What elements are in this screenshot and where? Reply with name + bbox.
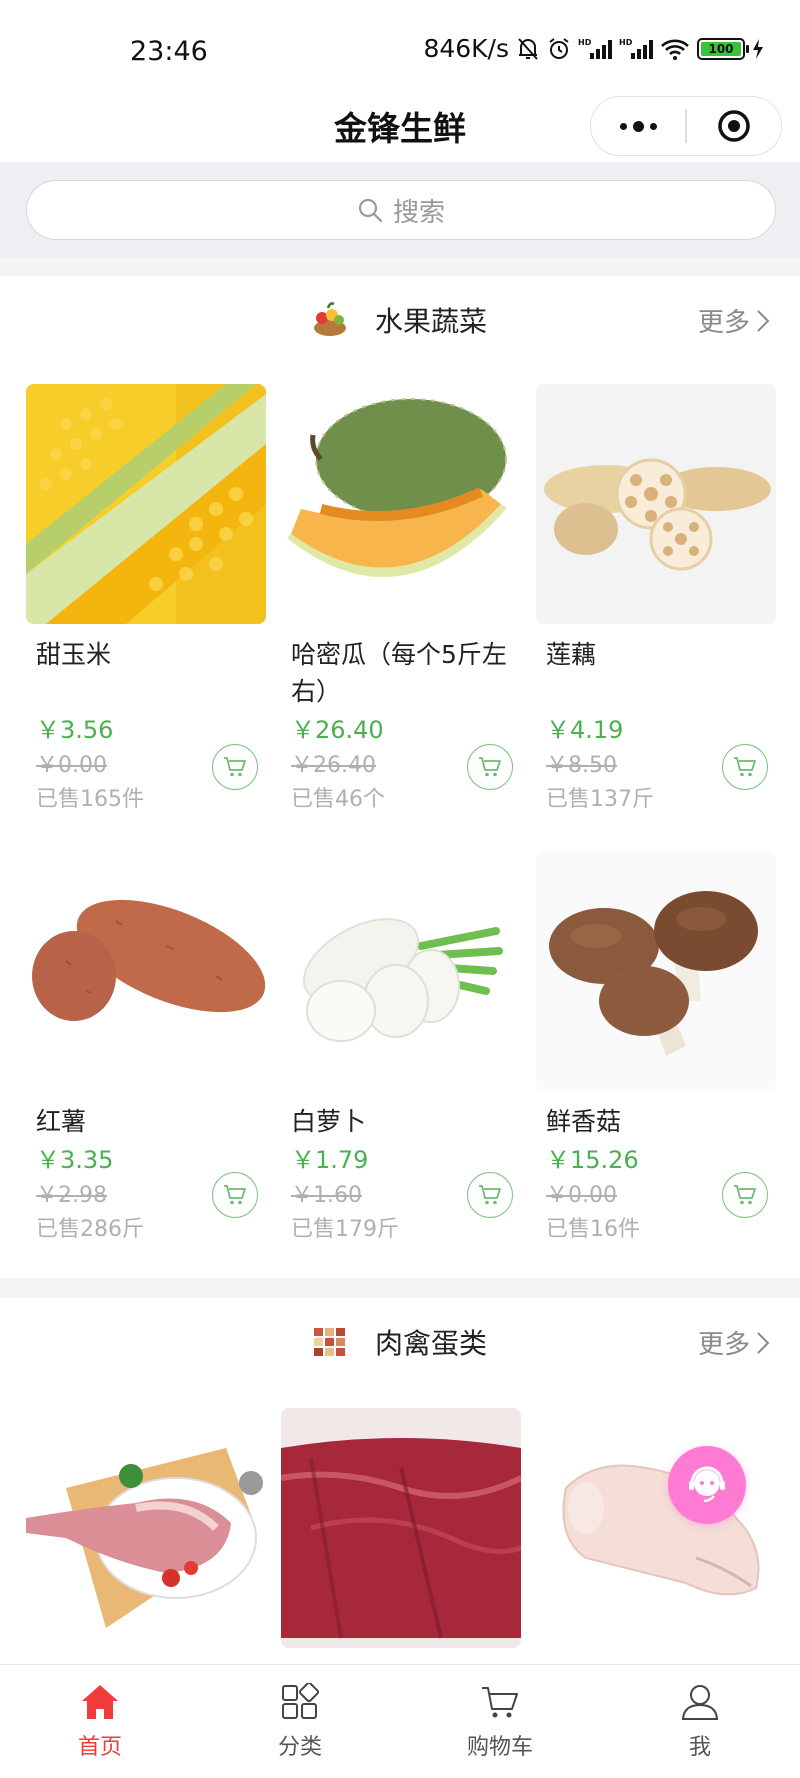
more-link[interactable]: 更多 xyxy=(698,1324,770,1361)
alarm-icon xyxy=(549,37,569,59)
product-image-white-radish[interactable] xyxy=(281,851,521,1091)
meat-assortment-icon xyxy=(312,1326,348,1358)
home-icon xyxy=(82,1685,118,1719)
search-input[interactable]: 搜索 xyxy=(26,180,776,240)
status-bar: 23:46 846K/s HD HD 100 xyxy=(0,0,800,96)
cart-icon xyxy=(224,757,246,777)
add-to-cart-button[interactable] xyxy=(212,744,258,790)
svg-text:HD: HD xyxy=(578,38,592,47)
close-mini-program-button[interactable] xyxy=(687,96,781,156)
tab-bar: 首页 分类 购物车 我 xyxy=(0,1664,800,1778)
section-header-meat-eggs: 肉禽蛋类 更多 xyxy=(0,1298,800,1388)
add-to-cart-button[interactable] xyxy=(467,744,513,790)
section-title: 水果蔬菜 xyxy=(375,305,488,338)
product-image-lotus-root[interactable] xyxy=(536,384,776,624)
cart-icon xyxy=(734,757,756,777)
product-name: 哈密瓜（每个5斤左右） xyxy=(291,640,507,706)
product-image-beef[interactable] xyxy=(281,1408,521,1648)
product-price: ￥3.35 xyxy=(36,1146,114,1174)
product-card[interactable]: 红薯 ￥3.35 ￥2.98 已售286斤 xyxy=(26,851,266,1243)
search-area: 搜索 xyxy=(0,162,800,258)
category-icon xyxy=(282,1683,320,1719)
more-dots-icon xyxy=(619,120,657,132)
add-to-cart-button[interactable] xyxy=(722,1172,768,1218)
product-card[interactable]: 哈密瓜（每个5斤左右） ￥26.40 ￥26.40 已售46个 xyxy=(281,384,521,813)
product-image-pig-trotter[interactable] xyxy=(536,1408,776,1648)
product-card[interactable]: 鲜香菇 ￥15.26 ￥0.00 已售16件 xyxy=(536,851,776,1243)
wifi-icon xyxy=(661,39,689,60)
chevron-right-icon xyxy=(757,309,770,332)
signal-hd-icon-2: HD xyxy=(619,38,653,59)
add-to-cart-button[interactable] xyxy=(722,744,768,790)
nav-bar: 金锋生鲜 xyxy=(0,96,800,162)
status-time: 23:46 xyxy=(130,36,208,67)
product-image-shiitake[interactable] xyxy=(536,851,776,1091)
status-icons: 846K/s HD HD 100 xyxy=(423,34,764,63)
section-header-fruits-vegetables: 水果蔬菜 更多 xyxy=(0,276,800,366)
tab-category[interactable]: 分类 xyxy=(200,1665,400,1778)
search-icon xyxy=(358,198,383,223)
product-name: 红薯 xyxy=(36,1107,87,1136)
product-price: ￥4.19 xyxy=(546,716,624,744)
product-image-sweet-corn[interactable] xyxy=(26,384,266,624)
more-link[interactable]: 更多 xyxy=(698,302,770,339)
product-image-sweet-potato[interactable] xyxy=(26,851,266,1091)
add-to-cart-button[interactable] xyxy=(212,1172,258,1218)
add-to-cart-button[interactable] xyxy=(467,1172,513,1218)
product-price: ￥15.26 xyxy=(546,1146,639,1174)
product-price: ￥26.40 xyxy=(291,716,384,744)
svg-text:HD: HD xyxy=(619,38,633,47)
charging-icon xyxy=(753,38,763,59)
customer-service-button[interactable] xyxy=(668,1446,746,1524)
section-divider xyxy=(0,1278,800,1298)
cart-icon xyxy=(482,1687,518,1718)
product-name: 鲜香菇 xyxy=(546,1107,622,1136)
product-name: 白萝卜 xyxy=(291,1107,367,1136)
search-placeholder: 搜索 xyxy=(392,197,445,228)
chevron-right-icon xyxy=(757,1331,770,1354)
cart-icon xyxy=(479,757,501,777)
tab-label: 分类 xyxy=(277,1735,322,1760)
battery-icon: 100 xyxy=(697,37,749,60)
product-name: 甜玉米 xyxy=(36,640,112,669)
product-card[interactable] xyxy=(26,1408,266,1648)
tab-cart[interactable]: 购物车 xyxy=(400,1665,600,1778)
product-card[interactable]: 莲藕 ￥4.19 ￥8.50 已售137斤 xyxy=(536,384,776,813)
cart-icon xyxy=(224,1185,246,1205)
product-name: 莲藕 xyxy=(546,640,597,669)
product-image-hami-melon[interactable] xyxy=(281,384,521,624)
tab-me[interactable]: 我 xyxy=(600,1665,800,1778)
product-card[interactable] xyxy=(281,1408,521,1648)
product-card[interactable]: 白萝卜 ￥1.79 ￥1.60 已售179斤 xyxy=(281,851,521,1243)
more-label: 更多 xyxy=(697,308,750,338)
product-price: ￥3.56 xyxy=(36,716,114,744)
customer-service-icon xyxy=(689,1466,725,1503)
cart-icon xyxy=(734,1185,756,1205)
fruit-basket-icon xyxy=(314,302,346,336)
mute-bell-icon xyxy=(518,37,538,60)
tab-label: 首页 xyxy=(77,1735,122,1760)
tab-label: 购物车 xyxy=(466,1735,533,1760)
section-divider xyxy=(0,258,800,276)
signal-hd-icon: HD xyxy=(578,38,612,59)
more-label: 更多 xyxy=(697,1330,750,1360)
mini-program-capsule xyxy=(590,96,782,156)
net-speed: 846K/s xyxy=(423,34,509,63)
product-price: ￥1.79 xyxy=(291,1146,369,1174)
tab-home[interactable]: 首页 xyxy=(0,1665,200,1778)
section-title: 肉禽蛋类 xyxy=(375,1327,488,1360)
product-card[interactable] xyxy=(536,1408,776,1648)
product-image-lamb-leg[interactable] xyxy=(26,1408,266,1648)
product-card[interactable]: 甜玉米 ￥3.56 ￥0.00 已售165件 xyxy=(26,384,266,813)
tab-label: 我 xyxy=(688,1735,711,1760)
target-close-icon xyxy=(718,110,750,142)
more-menu-button[interactable] xyxy=(591,96,685,156)
cart-icon xyxy=(479,1185,501,1205)
user-icon xyxy=(681,1685,719,1720)
